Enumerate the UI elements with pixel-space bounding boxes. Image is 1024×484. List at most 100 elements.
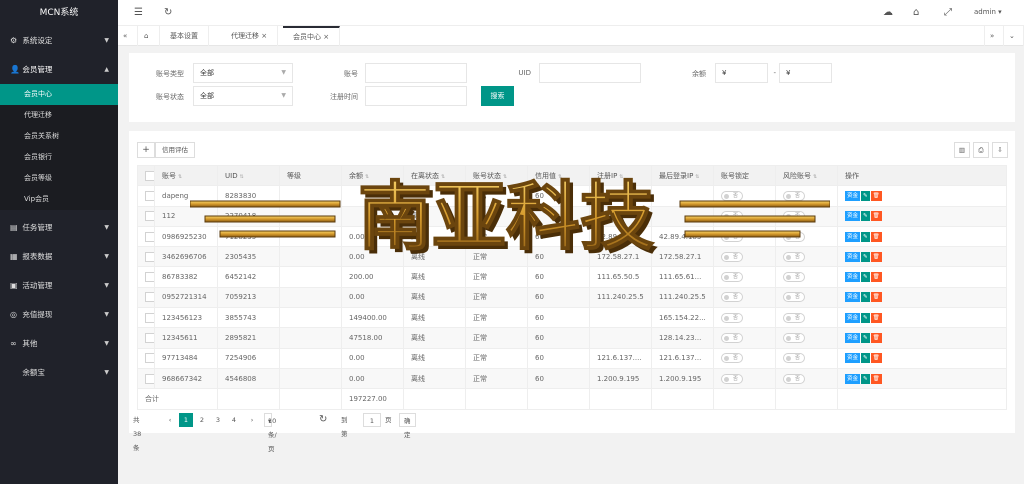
risk-toggle[interactable]: 否 <box>783 333 805 344</box>
col-header[interactable]: UID ⇅ <box>217 164 280 187</box>
risk-toggle[interactable]: 否 <box>783 190 805 201</box>
account-status-select[interactable]: 全部 ▼ <box>193 86 293 106</box>
fund-button[interactable]: 资金 <box>845 231 861 242</box>
select-all-checkbox[interactable] <box>145 170 154 181</box>
edit-icon[interactable]: ✎ <box>861 190 870 201</box>
refresh-icon[interactable]: ↻ <box>164 7 172 18</box>
fund-button[interactable]: 资金 <box>845 190 861 201</box>
page-3[interactable]: 3 <box>211 413 225 427</box>
sub-agent-migration[interactable]: 代理迁移 <box>0 105 118 126</box>
cloud-icon[interactable]: ☁ <box>883 7 893 18</box>
fund-button[interactable]: 资金 <box>845 251 861 262</box>
home-icon[interactable]: ⌂ <box>138 26 160 46</box>
menu-recharge-withdraw[interactable]: ◎ 充值提现 ▼ <box>0 300 118 329</box>
lock-toggle[interactable]: 否 <box>721 251 743 262</box>
col-header[interactable]: 账号状态 ⇅ <box>465 164 528 187</box>
sub-member-center[interactable]: 会员中心 <box>0 84 118 105</box>
balance-max-input[interactable]: ¥ <box>779 63 832 83</box>
lock-toggle[interactable]: 否 <box>721 272 743 283</box>
row-checkbox[interactable] <box>145 231 154 242</box>
fund-button[interactable]: 资金 <box>845 272 861 283</box>
col-header[interactable]: 在离状态 ⇅ <box>403 164 466 187</box>
col-header[interactable]: 最后登录IP ⇅ <box>651 164 714 187</box>
menu-activity-management[interactable]: ▣ 活动管理 ▼ <box>0 271 118 300</box>
page-2[interactable]: 2 <box>195 413 209 427</box>
row-checkbox[interactable] <box>145 373 154 384</box>
add-button[interactable]: + <box>137 142 155 158</box>
tab-basic-settings[interactable]: 基本设置 <box>160 26 209 46</box>
delete-icon[interactable]: 🗑 <box>870 312 882 323</box>
close-icon[interactable]: × <box>261 32 267 40</box>
lock-toggle[interactable]: 否 <box>721 353 743 364</box>
tabs-prev-icon[interactable]: « <box>118 26 138 46</box>
register-time-input[interactable] <box>365 86 467 106</box>
risk-toggle[interactable]: 否 <box>783 292 805 303</box>
row-checkbox[interactable] <box>145 292 154 303</box>
row-checkbox[interactable] <box>145 211 154 222</box>
next-page-icon[interactable]: › <box>245 413 259 427</box>
menu-system-settings[interactable]: ⚙ 系统设定 ▼ <box>0 26 118 55</box>
menu-task-management[interactable]: ▤ 任务管理 ▼ <box>0 213 118 242</box>
edit-icon[interactable]: ✎ <box>861 272 870 283</box>
fund-button[interactable]: 资金 <box>845 353 861 364</box>
lock-toggle[interactable]: 否 <box>721 231 743 242</box>
delete-icon[interactable]: 🗑 <box>870 251 882 262</box>
tag-icon[interactable]: ⌂ <box>913 7 919 18</box>
edit-icon[interactable]: ✎ <box>861 292 870 303</box>
tab-member-center[interactable]: 会员中心 × <box>283 26 341 46</box>
lock-toggle[interactable]: 否 <box>721 333 743 344</box>
lock-toggle[interactable]: 否 <box>721 292 743 303</box>
page-1[interactable]: 1 <box>179 413 193 427</box>
edit-icon[interactable]: ✎ <box>861 251 870 262</box>
goto-confirm-button[interactable]: 确定 <box>399 413 416 439</box>
sub-member-level[interactable]: 会员等级 <box>0 168 118 189</box>
col-header[interactable]: 风险账号 ⇅ <box>775 164 838 187</box>
edit-icon[interactable]: ✎ <box>861 211 870 222</box>
fund-button[interactable]: 资金 <box>845 292 861 303</box>
account-type-select[interactable]: 全部 ▼ <box>193 63 293 83</box>
lock-toggle[interactable]: 否 <box>721 373 743 384</box>
account-input[interactable] <box>365 63 467 83</box>
credit-assess-button[interactable]: 信用评估 <box>155 142 195 158</box>
user-menu[interactable]: admin ▾ <box>974 8 1002 16</box>
fullscreen-icon[interactable]: ⤢ <box>944 7 952 18</box>
row-checkbox[interactable] <box>145 251 154 262</box>
sub-vip-member[interactable]: Vip会员 <box>0 189 118 210</box>
row-checkbox[interactable] <box>145 272 154 283</box>
lock-toggle[interactable]: 否 <box>721 312 743 323</box>
col-header[interactable]: 信用值 ⇅ <box>527 164 590 187</box>
lock-toggle[interactable]: 否 <box>721 211 743 222</box>
row-checkbox[interactable] <box>145 353 154 364</box>
risk-toggle[interactable]: 否 <box>783 211 805 222</box>
delete-icon[interactable]: 🗑 <box>870 211 882 222</box>
menu-toggle-icon[interactable]: ☰ <box>134 7 143 18</box>
delete-icon[interactable]: 🗑 <box>870 373 882 384</box>
edit-icon[interactable]: ✎ <box>861 373 870 384</box>
delete-icon[interactable]: 🗑 <box>870 272 882 283</box>
risk-toggle[interactable]: 否 <box>783 231 805 242</box>
delete-icon[interactable]: 🗑 <box>870 190 882 201</box>
goto-page-input[interactable]: 1 <box>363 413 381 427</box>
row-checkbox[interactable] <box>145 333 154 344</box>
risk-toggle[interactable]: 否 <box>783 251 805 262</box>
row-checkbox[interactable] <box>145 190 154 201</box>
sub-member-bank[interactable]: 会员银行 <box>0 147 118 168</box>
col-header[interactable]: 账号 ⇅ <box>154 164 218 187</box>
edit-icon[interactable]: ✎ <box>861 231 870 242</box>
delete-icon[interactable]: 🗑 <box>870 353 882 364</box>
edit-icon[interactable]: ✎ <box>861 333 870 344</box>
row-checkbox[interactable] <box>145 312 154 323</box>
print-icon[interactable]: ⎙ <box>973 142 989 158</box>
page-size-select[interactable]: 10 条/页 ▾ <box>264 413 277 453</box>
tabs-next-icon[interactable]: » <box>984 26 1004 46</box>
risk-toggle[interactable]: 否 <box>783 353 805 364</box>
fund-button[interactable]: 资金 <box>845 211 861 222</box>
col-header[interactable]: 注册IP ⇅ <box>589 164 652 187</box>
risk-toggle[interactable]: 否 <box>783 373 805 384</box>
export-icon[interactable]: ⇩ <box>992 142 1008 158</box>
lock-toggle[interactable]: 否 <box>721 190 743 201</box>
edit-icon[interactable]: ✎ <box>861 312 870 323</box>
fund-button[interactable]: 资金 <box>845 333 861 344</box>
fund-button[interactable]: 资金 <box>845 373 861 384</box>
balance-min-input[interactable]: ¥ <box>715 63 768 83</box>
